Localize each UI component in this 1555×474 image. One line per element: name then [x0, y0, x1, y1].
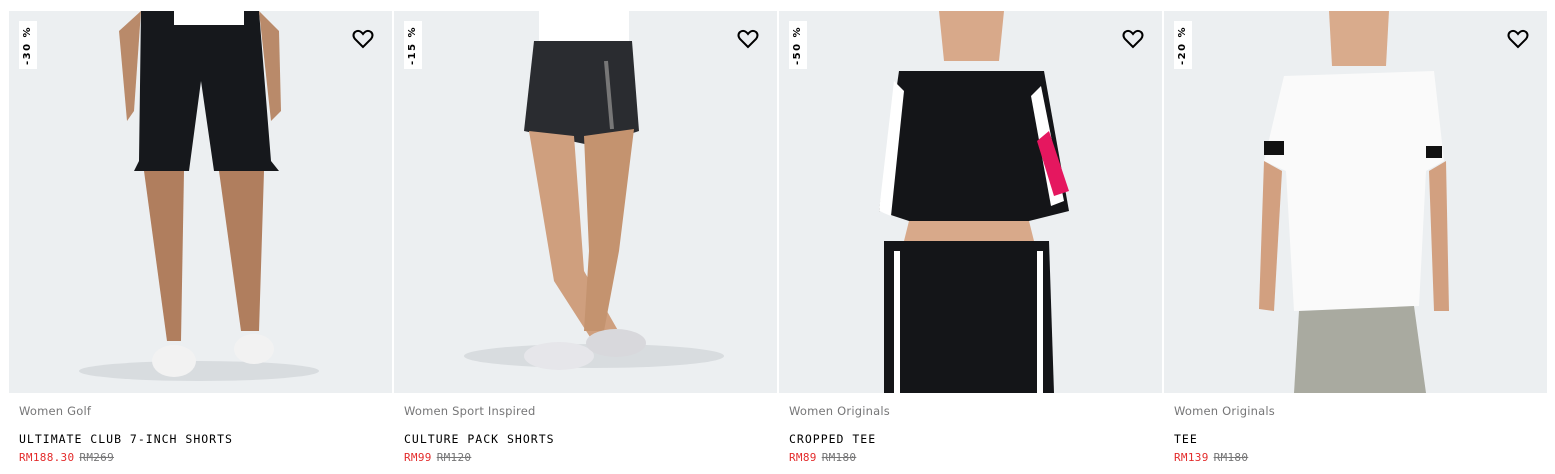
product-card[interactable]: -15 % Women Sport Inspired CULTURE PACK … — [394, 11, 777, 464]
wishlist-heart-icon[interactable] — [1507, 29, 1529, 49]
discount-badge: -30 % — [19, 21, 37, 69]
wishlist-heart-icon[interactable] — [352, 29, 374, 49]
price-row: RM99 RM120 — [404, 451, 777, 464]
wishlist-heart-icon[interactable] — [1122, 29, 1144, 49]
product-grid: -30 % Women Golf ULTIMATE CLUB 7-INCH SH… — [9, 11, 1547, 464]
discount-badge: -15 % — [404, 21, 422, 69]
price-row: RM188.30 RM269 — [19, 451, 392, 464]
sale-price: RM139 — [1174, 451, 1209, 464]
original-price: RM180 — [821, 451, 857, 464]
product-name[interactable]: ULTIMATE CLUB 7-INCH SHORTS — [19, 432, 392, 446]
original-price: RM269 — [79, 451, 115, 464]
sale-price: RM188.30 — [19, 451, 75, 464]
product-card[interactable]: -30 % Women Golf ULTIMATE CLUB 7-INCH SH… — [9, 11, 392, 464]
discount-badge: -50 % — [789, 21, 807, 69]
product-category: Women Golf — [19, 404, 92, 418]
product-image[interactable]: -20 % — [1164, 11, 1547, 393]
product-name[interactable]: TEE — [1174, 432, 1547, 446]
product-image[interactable]: -30 % — [9, 11, 392, 393]
product-category: Women Originals — [1174, 404, 1275, 418]
price-row: RM139 RM180 — [1174, 451, 1547, 464]
price-row: RM89 RM180 — [789, 451, 1162, 464]
product-card[interactable]: -20 % Women Originals TEE RM139 RM180 — [1164, 11, 1547, 464]
product-image[interactable]: -50 % — [779, 11, 1162, 393]
product-photo-black-running-shorts — [464, 11, 724, 370]
sale-price: RM99 — [404, 451, 432, 464]
product-photo-black-shorts — [79, 11, 319, 381]
discount-badge: -20 % — [1174, 21, 1192, 69]
product-category: Women Originals — [789, 404, 890, 418]
sale-price: RM89 — [789, 451, 817, 464]
product-image[interactable]: -15 % — [394, 11, 777, 393]
original-price: RM180 — [1213, 451, 1249, 464]
product-photo-black-cropped-tee — [879, 11, 1069, 393]
product-photo-white-tee — [1259, 11, 1449, 393]
wishlist-heart-icon[interactable] — [737, 29, 759, 49]
product-name[interactable]: CROPPED TEE — [789, 432, 1162, 446]
product-category: Women Sport Inspired — [404, 404, 536, 418]
original-price: RM120 — [436, 451, 472, 464]
product-name[interactable]: CULTURE PACK SHORTS — [404, 432, 777, 446]
product-card[interactable]: -50 % Women Originals CROPPED TEE RM89 RM… — [779, 11, 1162, 464]
